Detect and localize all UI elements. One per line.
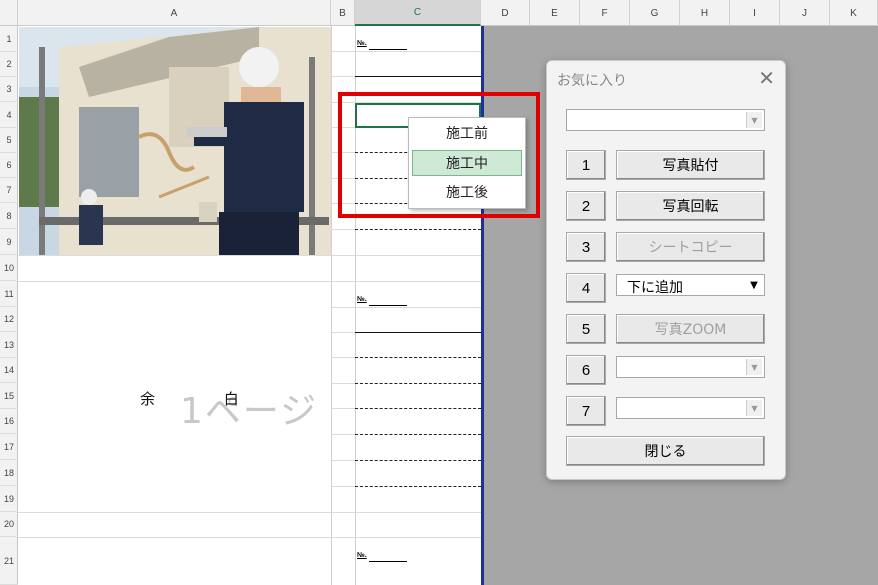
row-header[interactable]: 8: [0, 203, 18, 229]
dotted-line: [355, 357, 481, 358]
close-icon[interactable]: ✕: [758, 66, 775, 90]
paste-photo-button[interactable]: 写真貼付: [616, 150, 765, 180]
row-header[interactable]: 7: [0, 178, 18, 203]
row-header-column: 1 2 3 4 5 6 7 8 9 10 11 12 13 14 15 16 1…: [0, 26, 18, 585]
favorites-select[interactable]: ▼: [566, 109, 765, 131]
blank-space-label: 余 白: [140, 390, 271, 408]
copy-sheet-button[interactable]: シートコピー: [616, 232, 765, 262]
number-underline: [369, 49, 407, 50]
gridline: [331, 434, 355, 435]
row-header[interactable]: 19: [0, 486, 18, 512]
caption-underline: [355, 332, 481, 333]
number-label: №.: [357, 40, 367, 47]
row-header[interactable]: 12: [0, 307, 18, 332]
gridline: [355, 281, 481, 282]
gridline: [355, 307, 481, 308]
row-header[interactable]: 20: [0, 512, 18, 537]
add-below-select[interactable]: 下に追加 ▼: [616, 274, 765, 296]
row-header[interactable]: 5: [0, 128, 18, 153]
column-header-row: A B C D E F G H I J K: [0, 0, 878, 26]
column-header-b[interactable]: B: [331, 0, 355, 26]
favorites-dialog: お気に入り ✕ ▼ 1 写真貼付 2 写真回転 3 シートコピー 4 下に追加 …: [546, 60, 786, 480]
photo-illustration: [19, 27, 331, 255]
number-button-3[interactable]: 3: [566, 232, 606, 262]
row-header[interactable]: 1: [0, 26, 18, 52]
dotted-line: [355, 408, 481, 409]
gridline: [331, 307, 355, 308]
gridline: [331, 408, 355, 409]
number-button-4[interactable]: 4: [566, 273, 606, 303]
dropdown-item-during[interactable]: 施工中: [412, 150, 522, 176]
column-header-k[interactable]: K: [830, 0, 878, 26]
row-header[interactable]: 14: [0, 358, 18, 383]
chevron-down-icon[interactable]: ▼: [746, 400, 762, 416]
number-button-6[interactable]: 6: [566, 355, 606, 385]
dialog-title: お気に入り: [557, 73, 627, 89]
dropdown-item-before[interactable]: 施工前: [412, 120, 522, 146]
close-button[interactable]: 閉じる: [566, 436, 765, 466]
gridline: [331, 460, 355, 461]
gridline: [331, 332, 355, 333]
number-button-2[interactable]: 2: [566, 191, 606, 221]
row-header[interactable]: 21: [0, 537, 18, 585]
number-underline: [369, 305, 407, 306]
photo-zoom-button[interactable]: 写真ZOOM: [616, 314, 765, 344]
chevron-down-icon[interactable]: ▼: [746, 112, 762, 128]
gridline: [331, 76, 355, 77]
row-header[interactable]: 13: [0, 332, 18, 358]
row-header[interactable]: 4: [0, 102, 18, 128]
column-header-i[interactable]: I: [730, 0, 780, 26]
column-header-g[interactable]: G: [630, 0, 680, 26]
gridline: [331, 383, 355, 384]
column-header-e[interactable]: E: [530, 0, 580, 26]
dotted-line: [355, 383, 481, 384]
number-button-5[interactable]: 5: [566, 314, 606, 344]
dropdown-item-after[interactable]: 施工後: [412, 179, 522, 205]
column-header-h[interactable]: H: [680, 0, 730, 26]
caption-underline: [355, 76, 481, 77]
number-underline: [369, 561, 407, 562]
column-header-d[interactable]: D: [481, 0, 530, 26]
chevron-down-icon[interactable]: ▼: [746, 277, 762, 293]
construction-photo[interactable]: [19, 27, 331, 255]
cell-dropdown-list[interactable]: 施工前 施工中 施工後: [408, 117, 526, 209]
rotate-photo-button[interactable]: 写真回転: [616, 191, 765, 221]
add-below-select-value: 下に追加: [627, 280, 683, 296]
number-label: №.: [357, 552, 367, 559]
gridline: [355, 255, 481, 256]
gridline: [331, 229, 355, 230]
row-header[interactable]: 18: [0, 460, 18, 486]
chevron-down-icon[interactable]: ▼: [746, 359, 762, 375]
dotted-line: [355, 229, 481, 230]
gridline: [355, 512, 481, 513]
row-header[interactable]: 15: [0, 383, 18, 409]
row-header[interactable]: 2: [0, 52, 18, 77]
column-header-f[interactable]: F: [580, 0, 630, 26]
row-header[interactable]: 3: [0, 77, 18, 102]
row-header[interactable]: 11: [0, 281, 18, 307]
gridline: [331, 357, 355, 358]
dotted-line: [355, 460, 481, 461]
option-select-6[interactable]: ▼: [616, 356, 765, 378]
number-label: №.: [357, 296, 367, 303]
gridline: [355, 51, 481, 52]
column-header-a[interactable]: A: [18, 0, 331, 26]
row-header[interactable]: 10: [0, 255, 18, 281]
row-header[interactable]: 17: [0, 434, 18, 460]
select-all-corner[interactable]: [0, 0, 18, 26]
row-header[interactable]: 6: [0, 153, 18, 178]
number-button-7[interactable]: 7: [566, 396, 606, 426]
number-button-1[interactable]: 1: [566, 150, 606, 180]
option-select-7[interactable]: ▼: [616, 397, 765, 419]
column-header-j[interactable]: J: [780, 0, 830, 26]
row-header[interactable]: 9: [0, 229, 18, 255]
column-header-c[interactable]: C: [355, 0, 481, 26]
dotted-line: [355, 486, 481, 487]
gridline: [331, 486, 355, 487]
gridline: [331, 51, 355, 52]
gridline: [355, 537, 481, 538]
dotted-line: [355, 434, 481, 435]
row-header[interactable]: 16: [0, 409, 18, 434]
